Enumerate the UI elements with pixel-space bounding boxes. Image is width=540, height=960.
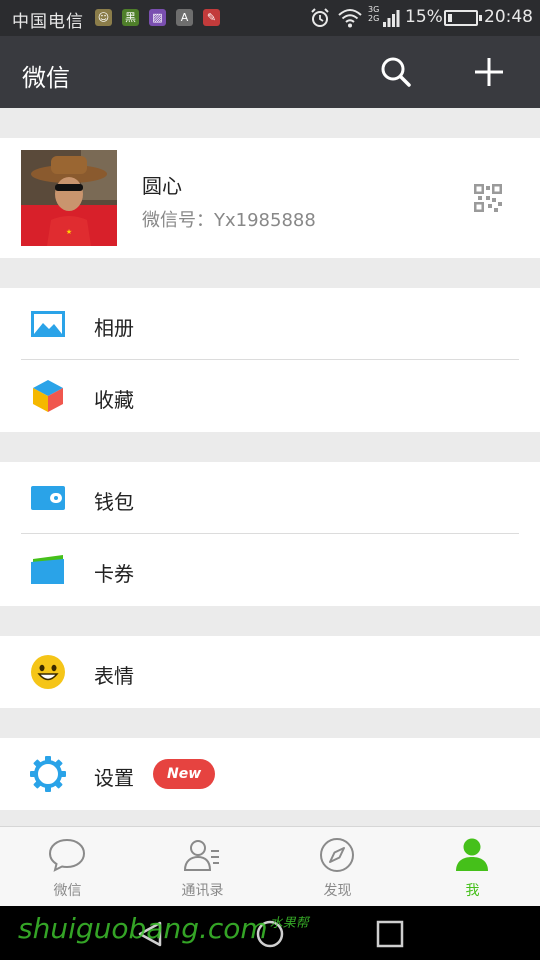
- menu-label-wallet: 钱包: [94, 490, 134, 514]
- app-notification-icon-1: ☺: [95, 9, 112, 26]
- favorites-cube-icon: [33, 380, 63, 412]
- menu-group-stickers: 表情: [0, 636, 540, 708]
- plus-icon[interactable]: [471, 54, 507, 90]
- album-icon: [31, 311, 65, 337]
- watermark: shuiguobang.com 水果帮: [18, 912, 309, 945]
- tab-label-discover: 发现: [323, 883, 352, 899]
- app-notification-icon-2: 黑: [122, 9, 139, 26]
- menu-group-payment: 钱包 卡券: [0, 462, 540, 606]
- tab-chats[interactable]: 微信: [0, 827, 135, 907]
- menu-item-favorites[interactable]: 收藏: [0, 360, 540, 432]
- app-notification-icon-4: A: [176, 9, 193, 26]
- battery-percent: 15%: [405, 7, 443, 27]
- carrier-name: 中国电信: [12, 12, 84, 32]
- menu-item-wallet[interactable]: 钱包: [0, 462, 540, 534]
- wifi-icon: [338, 9, 362, 28]
- network-type-top: 3G: [368, 5, 380, 14]
- battery-icon: [444, 10, 482, 26]
- watermark-suffix: 水果帮: [269, 916, 309, 931]
- smiley-icon: [31, 655, 65, 689]
- new-badge: New: [153, 759, 216, 789]
- watermark-text: shuiguobang.com: [18, 912, 268, 945]
- signal-icon: [383, 10, 400, 27]
- qr-code-icon[interactable]: [474, 184, 502, 212]
- network-type: 3G 2G: [368, 5, 379, 23]
- wallet-icon: [31, 486, 65, 510]
- avatar[interactable]: ★: [21, 150, 117, 246]
- network-type-bottom: 2G: [368, 14, 380, 23]
- tab-label-contacts: 通讯录: [181, 883, 224, 899]
- recent-apps-icon[interactable]: [375, 919, 405, 949]
- tab-me[interactable]: 我: [405, 827, 540, 907]
- gallery-notification-icon: ▨: [149, 9, 166, 26]
- menu-item-cards[interactable]: 卡券: [0, 534, 540, 606]
- menu-label-stickers: 表情: [94, 664, 134, 688]
- app-header: 微信: [0, 36, 540, 108]
- app-title: 微信: [22, 64, 70, 92]
- app-notification-icon-5: ✎: [203, 9, 220, 26]
- contacts-icon: [183, 840, 219, 871]
- menu-label-settings: 设置: [94, 766, 134, 790]
- status-clock: 20:48: [484, 7, 533, 27]
- bottom-tab-bar: 微信 通讯录 发现 我: [0, 826, 540, 906]
- svg-text:★: ★: [66, 228, 72, 236]
- alarm-icon: [311, 8, 329, 27]
- menu-item-stickers[interactable]: 表情: [0, 636, 540, 708]
- compass-icon: [320, 838, 354, 872]
- profile-nickname: 圆心: [142, 174, 182, 198]
- tab-label-chats: 微信: [53, 883, 82, 899]
- avatar-photo: ★: [21, 150, 117, 246]
- menu-group-settings: 设置 New: [0, 738, 540, 810]
- profile-wechat-id: 微信号：Yx1985888: [142, 210, 316, 231]
- menu-label-favorites: 收藏: [94, 388, 134, 412]
- card-icon: [31, 555, 64, 584]
- tab-contacts[interactable]: 通讯录: [135, 827, 270, 907]
- menu-label-cards: 卡券: [94, 562, 134, 586]
- menu-label-album: 相册: [94, 316, 134, 340]
- menu-group-personal: 相册 收藏: [0, 288, 540, 432]
- search-icon[interactable]: [378, 54, 414, 90]
- chat-bubble-icon: [48, 838, 86, 872]
- system-navigation-bar: shuiguobang.com 水果帮: [0, 906, 540, 960]
- status-bar: 中国电信 ☺ 黑 ▨ A ✎ 3G 2G 15% 20:48: [0, 0, 540, 36]
- person-icon: [456, 838, 488, 871]
- tab-discover[interactable]: 发现: [270, 827, 405, 907]
- battery-level: [448, 14, 452, 22]
- menu-item-album[interactable]: 相册: [0, 288, 540, 360]
- menu-item-settings[interactable]: 设置 New: [0, 738, 540, 810]
- gear-icon: [30, 756, 66, 792]
- profile-card[interactable]: ★ 圆心 微信号：Yx1985888: [0, 138, 540, 258]
- tab-label-me: 我: [465, 883, 480, 899]
